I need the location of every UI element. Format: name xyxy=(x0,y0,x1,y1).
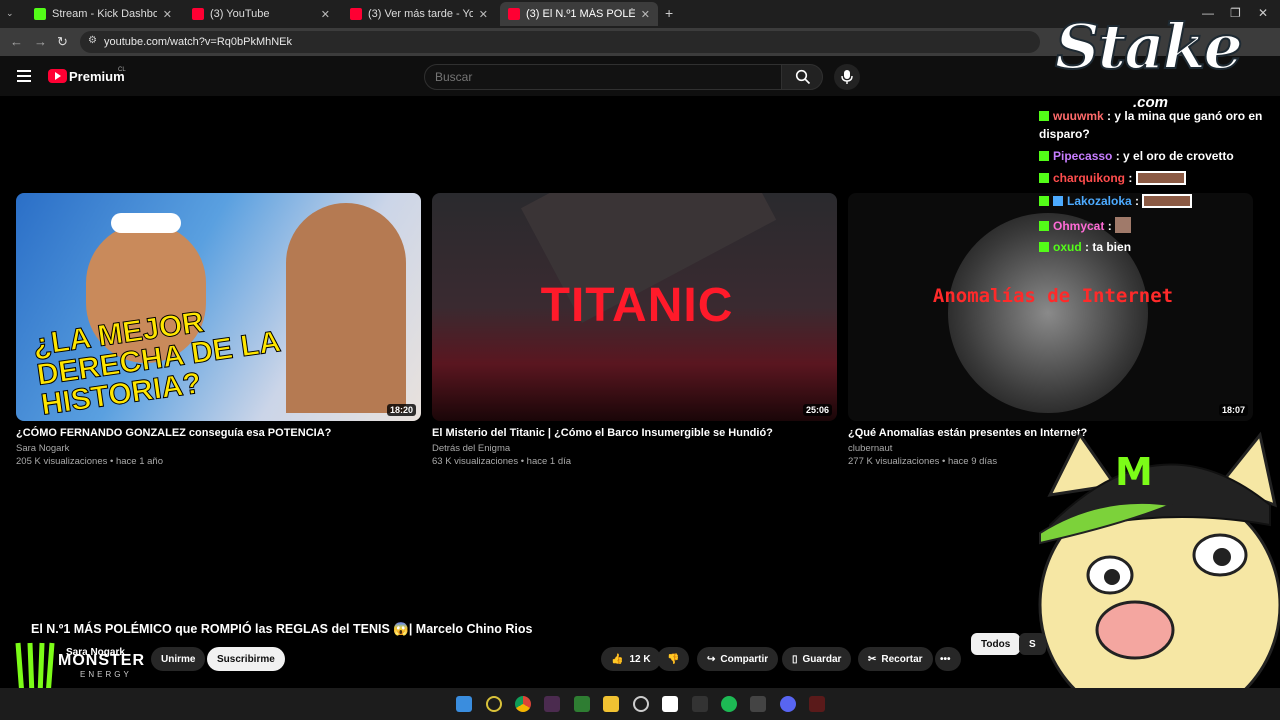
host-figure xyxy=(286,203,406,413)
kick-badge-icon xyxy=(1039,151,1049,161)
streamer-cat-avatar: M xyxy=(1038,431,1280,720)
gem-badge-icon xyxy=(1053,196,1063,206)
energy-wordmark: ENERGY xyxy=(80,670,132,679)
omnibox[interactable]: ⚙ youtube.com/watch?v=Rq0bPkMhNEk xyxy=(80,31,1040,53)
close-icon[interactable]: ✕ xyxy=(479,8,488,21)
kick-badge-icon xyxy=(1039,196,1049,206)
app-icon[interactable] xyxy=(692,696,708,712)
search-input[interactable] xyxy=(424,64,782,90)
video-meta: 63 K visualizaciones • hace 1 día xyxy=(432,456,572,467)
tab-active-video[interactable]: (3) El N.º1 MÁS POLÉMICO que ✕ xyxy=(500,2,658,26)
video-title[interactable]: ¿CÓMO FERNANDO GONZALEZ conseguía esa PO… xyxy=(16,427,331,439)
voice-search-button[interactable] xyxy=(834,64,860,90)
chat-message: Ohmycat : xyxy=(1039,217,1132,233)
tab-youtube[interactable]: (3) YouTube ✕ xyxy=(184,2,338,26)
like-button[interactable]: 👍 12 K xyxy=(601,647,661,671)
youtube-icon xyxy=(350,8,362,20)
subscribe-button[interactable]: Suscribirme xyxy=(207,647,285,671)
kick-badge-icon xyxy=(1039,173,1049,183)
capcut-icon[interactable] xyxy=(662,696,678,712)
clip-button[interactable]: ✂ Recortar xyxy=(858,647,933,671)
windows-taskbar xyxy=(0,688,1280,720)
tab-kick-dashboard[interactable]: Stream - Kick Dashboard ✕ xyxy=(26,2,180,26)
save-button[interactable]: ▯ Guardar xyxy=(782,647,852,671)
app-icon[interactable] xyxy=(486,696,502,712)
kick-icon xyxy=(34,8,46,20)
search-button[interactable] xyxy=(781,64,823,90)
close-icon[interactable]: ✕ xyxy=(163,8,172,21)
more-actions-button[interactable]: ••• xyxy=(935,647,961,671)
join-button[interactable]: Unirme xyxy=(151,647,206,671)
kick-badge-icon xyxy=(1039,221,1049,231)
svg-text:M: M xyxy=(1115,450,1153,494)
headband xyxy=(111,213,181,233)
youtube-icon xyxy=(508,8,520,20)
chat-message: charquikong : xyxy=(1039,171,1186,185)
chrome-icon[interactable] xyxy=(515,696,531,712)
premium-brand[interactable]: Premium xyxy=(69,69,125,84)
chat-message: wuuwmk : y la mina que ganó oro en xyxy=(1039,109,1262,123)
microphone-icon xyxy=(841,70,853,84)
windows-start-icon[interactable] xyxy=(456,696,472,712)
back-icon[interactable]: ← xyxy=(10,34,23,49)
thumbnail-caption: ¿LA MEJOR DERECHA DE LA HISTORIA? xyxy=(30,305,282,421)
tab-ver-mas-tarde[interactable]: (3) Ver más tarde - YouTube ✕ xyxy=(342,2,496,26)
site-info-icon[interactable]: ⚙ xyxy=(88,35,97,46)
search-icon xyxy=(795,69,811,85)
stake-logo: Stake xyxy=(1054,9,1244,84)
chat-message-continued: disparo? xyxy=(1039,127,1090,141)
video-title[interactable]: El Misterio del Titanic | ¿Cómo el Barco… xyxy=(432,427,773,439)
url-text: youtube.com/watch?v=Rq0bPkMhNEk xyxy=(104,36,293,48)
emote-image xyxy=(1135,171,1186,185)
chip-all[interactable]: Todos xyxy=(971,633,1021,655)
new-tab-button[interactable]: + xyxy=(665,5,673,21)
app-icon[interactable] xyxy=(544,696,560,712)
video-duration: 25:06 xyxy=(802,404,832,416)
app-icon[interactable] xyxy=(574,696,590,712)
close-icon[interactable]: ✕ xyxy=(641,8,650,21)
thumbnail-caption: Anomalías de Internet xyxy=(932,285,1174,307)
spotify-icon[interactable] xyxy=(721,696,737,712)
emote-image xyxy=(1142,194,1193,208)
video-channel[interactable]: clubernaut xyxy=(848,443,892,454)
chat-message: Lakozaloka : xyxy=(1039,194,1193,208)
video-channel[interactable]: Detrás del Enigma xyxy=(432,443,510,454)
chat-message: Pipecasso : y el oro de crovetto xyxy=(1039,149,1234,163)
country-code: CL xyxy=(118,67,126,73)
menu-icon[interactable] xyxy=(17,70,31,82)
youtube-logo-icon[interactable] xyxy=(48,69,67,83)
video-duration: 18:20 xyxy=(386,404,416,416)
reload-icon[interactable]: ↻ xyxy=(57,34,68,50)
kick-badge-icon xyxy=(1039,242,1049,252)
folder-icon[interactable] xyxy=(603,696,619,712)
forward-icon[interactable]: → xyxy=(34,34,47,49)
chat-message: oxud : ta bien xyxy=(1039,240,1131,254)
chip-next[interactable]: S xyxy=(1019,633,1046,655)
steam-icon[interactable] xyxy=(750,696,766,712)
video-thumbnail[interactable]: ¿LA MEJOR DERECHA DE LA HISTORIA? 18:20 xyxy=(16,193,421,421)
video-thumbnail[interactable]: TITANIC 25:06 xyxy=(432,193,837,421)
obs-icon[interactable] xyxy=(633,696,649,712)
close-icon[interactable]: ✕ xyxy=(321,8,330,21)
kick-badge-icon xyxy=(1039,111,1049,121)
app-icon[interactable] xyxy=(809,696,825,712)
youtube-icon xyxy=(192,8,204,20)
bookmark-icon: ▯ xyxy=(792,653,798,665)
video-channel[interactable]: Sara Nogark xyxy=(16,443,69,454)
share-button[interactable]: ↪ Compartir xyxy=(697,647,779,671)
discord-icon[interactable] xyxy=(780,696,796,712)
monster-wordmark: MONSTER xyxy=(58,652,145,669)
video-meta: 205 K visualizaciones • hace 1 año xyxy=(16,456,163,467)
dislike-button[interactable]: 👎 xyxy=(657,647,690,671)
thumbnail-caption: TITANIC xyxy=(540,279,734,332)
tab-search-icon[interactable]: ⌄ xyxy=(6,8,14,19)
share-icon: ↪ xyxy=(707,653,716,665)
thumbs-down-icon: 👎 xyxy=(667,653,680,665)
scissors-icon: ✂ xyxy=(868,653,877,665)
thumbs-up-icon: 👍 xyxy=(611,653,624,665)
close-window-icon[interactable]: ✕ xyxy=(1258,6,1268,20)
watch-video-title: El N.º1 MÁS POLÉMICO que ROMPIÓ las REGL… xyxy=(31,622,533,636)
video-meta: 277 K visualizaciones • hace 9 días xyxy=(848,456,998,467)
cat-emote-image xyxy=(1115,217,1132,233)
